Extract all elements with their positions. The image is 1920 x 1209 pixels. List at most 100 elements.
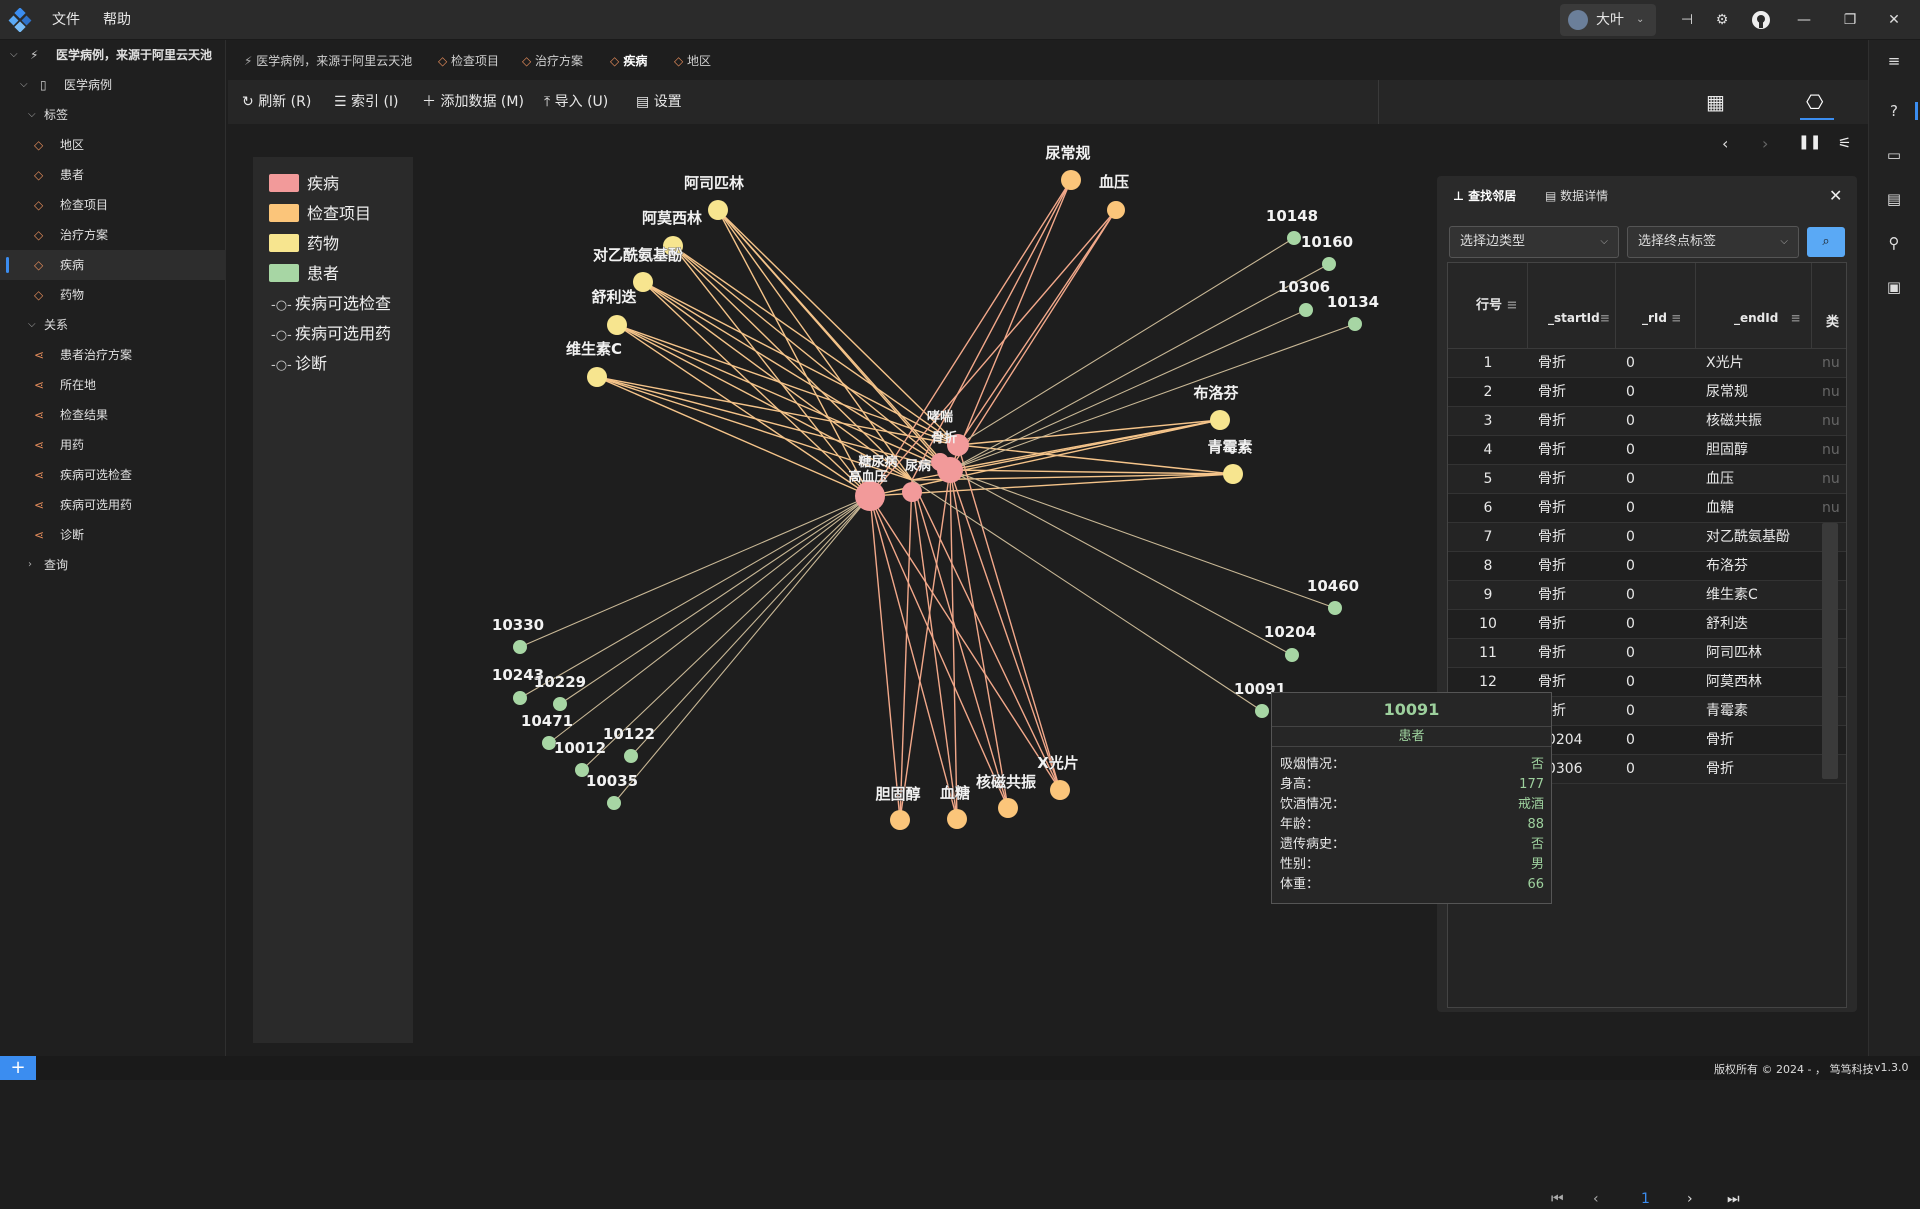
table-row[interactable]: 9 骨折 0 维生素C	[1448, 581, 1846, 610]
hamburger-menu-icon[interactable]: ≡	[1883, 50, 1905, 72]
close-icon[interactable]: ✕	[1829, 186, 1842, 205]
table-cell: X光片	[1706, 355, 1744, 371]
edge-type-select[interactable]: 选择边类型 ⌵	[1449, 226, 1619, 258]
graph-node-drug[interactable]	[708, 200, 728, 220]
graph-node-disease[interactable]	[902, 482, 922, 502]
tab-data-details[interactable]: ▤ 数据详情	[1545, 176, 1608, 216]
card-icon[interactable]: ▭	[1883, 144, 1905, 166]
table-row[interactable]: 10 骨折 0 舒利迭	[1448, 610, 1846, 639]
graph-node-patient[interactable]	[1299, 303, 1313, 317]
end-label-select[interactable]: 选择终点标签 ⌵	[1627, 226, 1799, 258]
graph-node-disease[interactable]	[855, 481, 885, 511]
graph-node-exam[interactable]	[947, 809, 967, 829]
graph-node-label: 10012	[554, 739, 606, 757]
graph-node-disease[interactable]	[931, 453, 949, 471]
table-row[interactable]: 3 骨折 0 核磁共振 nu	[1448, 407, 1846, 436]
table-row[interactable]: 8 骨折 0 布洛芬	[1448, 552, 1846, 581]
search-button[interactable]: ⌕	[1807, 227, 1845, 257]
graph-edge	[613, 495, 871, 804]
help-icon[interactable]: ?	[1883, 100, 1905, 122]
table-row[interactable]: 5 骨折 0 血压 nu	[1448, 465, 1846, 494]
table-cell: 0	[1626, 529, 1635, 545]
table-row[interactable]: 4 骨折 0 胆固醇 nu	[1448, 436, 1846, 465]
graph-node-label: 10471	[521, 712, 573, 730]
last-page-icon[interactable]: ⏭	[1727, 1189, 1740, 1209]
legend-item-drug[interactable]: 药物	[269, 233, 339, 255]
graph-node-patient[interactable]	[1285, 648, 1299, 662]
edge-icon: -○-	[271, 298, 292, 313]
graph-node-patient[interactable]	[1255, 704, 1269, 718]
legend-label: 疾病可选用药	[295, 324, 392, 343]
legend-item-exam[interactable]: 检查项目	[269, 203, 371, 225]
legend-item-disease[interactable]: 疾病	[269, 173, 339, 195]
tab-find-neighbors[interactable]: ⊥ 查找邻居	[1453, 176, 1516, 216]
graph-edge	[949, 209, 1117, 471]
table-cell: 骨折	[1538, 645, 1566, 661]
prev-page-icon[interactable]: ‹	[1593, 1189, 1599, 1209]
graph-edge	[519, 495, 871, 699]
tooltip-node-label: 患者	[1272, 727, 1551, 747]
graph-node-exam[interactable]	[998, 798, 1018, 818]
column-header-endid[interactable]: _endId ≡	[1696, 263, 1812, 349]
table-cell: 阿司匹林	[1706, 645, 1762, 661]
graph-edge	[519, 495, 871, 648]
legend-item-diagnosis[interactable]: -○- 诊断	[269, 353, 327, 375]
table-cell: 0	[1626, 558, 1635, 574]
graph-node-patient[interactable]	[553, 697, 567, 711]
graph-node-patient[interactable]	[607, 796, 621, 810]
graph-node-drug[interactable]	[1210, 410, 1230, 430]
document-icon: ▤	[1545, 189, 1561, 203]
graph-node-label: 布洛芬	[1193, 384, 1239, 402]
table-cell: 0	[1626, 645, 1635, 661]
graph-node-patient[interactable]	[513, 691, 527, 705]
graph-node-exam[interactable]	[1050, 780, 1070, 800]
column-header-rownum[interactable]: 行号 ≡	[1448, 263, 1528, 349]
graph-node-exam[interactable]	[1107, 201, 1125, 219]
graph-node-patient[interactable]	[1348, 317, 1362, 331]
table-cell: 0	[1626, 587, 1635, 603]
add-connection-button[interactable]: +	[0, 1056, 36, 1080]
graph-node-exam[interactable]	[1061, 170, 1081, 190]
column-header-extra[interactable]: 类	[1812, 263, 1846, 349]
table-row[interactable]: 7 骨折 0 对乙酰氨基酚	[1448, 523, 1846, 552]
clipboard-icon[interactable]: ▣	[1883, 276, 1905, 298]
graph-node-label: 10330	[492, 616, 544, 634]
legend-item-optional-exam[interactable]: -○- 疾病可选检查	[269, 293, 391, 315]
graph-node-drug[interactable]	[1223, 464, 1243, 484]
tooltip-prop-key: 性别：	[1280, 857, 1320, 872]
legend-item-optional-drug[interactable]: -○- 疾病可选用药	[269, 323, 391, 345]
tool-icon[interactable]: ⚲	[1883, 232, 1905, 254]
graph-node-patient[interactable]	[1287, 231, 1301, 245]
tooltip-prop-row: 遗传病史： 否	[1280, 835, 1544, 855]
legend-item-patient[interactable]: 患者	[269, 263, 339, 285]
column-header-startid[interactable]: _startId≡	[1528, 263, 1616, 349]
graph-node-exam[interactable]	[890, 810, 910, 830]
table-cell: 尿常规	[1706, 384, 1748, 400]
table-scrollbar[interactable]	[1822, 523, 1838, 779]
table-cell: 骨折	[1538, 471, 1566, 487]
graph-node-patient[interactable]	[624, 749, 638, 763]
graph-node-drug[interactable]	[607, 315, 627, 335]
column-header-rid[interactable]: _rId ≡	[1616, 263, 1696, 349]
graph-node-label: 舒利迭	[591, 288, 636, 306]
tooltip-prop-key: 身高：	[1280, 777, 1320, 792]
table-row[interactable]: 1 骨折 0 X光片 nu	[1448, 349, 1846, 378]
table-row[interactable]: 2 骨折 0 尿常规 nu	[1448, 378, 1846, 407]
first-page-icon[interactable]: ⏮	[1551, 1189, 1564, 1209]
graph-node-patient[interactable]	[1322, 257, 1336, 271]
graph-node-patient[interactable]	[513, 640, 527, 654]
notes-icon[interactable]: ▤	[1883, 188, 1905, 210]
column-header-label: 行号	[1476, 298, 1503, 313]
graph-edge	[957, 444, 1061, 791]
column-menu-icon: ≡	[1506, 298, 1518, 313]
next-page-icon[interactable]: ›	[1687, 1189, 1693, 1209]
tab-data-details-label: 数据详情	[1560, 189, 1609, 203]
page-number[interactable]: 1	[1641, 1189, 1650, 1209]
graph-node-patient[interactable]	[1328, 601, 1342, 615]
table-cell: 7	[1483, 529, 1493, 545]
graph-node-drug[interactable]	[587, 367, 607, 387]
table-cell: 0	[1626, 413, 1635, 429]
table-row[interactable]: 6 骨折 0 血糖 nu	[1448, 494, 1846, 523]
table-cell: 骨折	[1538, 587, 1566, 603]
table-row[interactable]: 11 骨折 0 阿司匹林	[1448, 639, 1846, 668]
